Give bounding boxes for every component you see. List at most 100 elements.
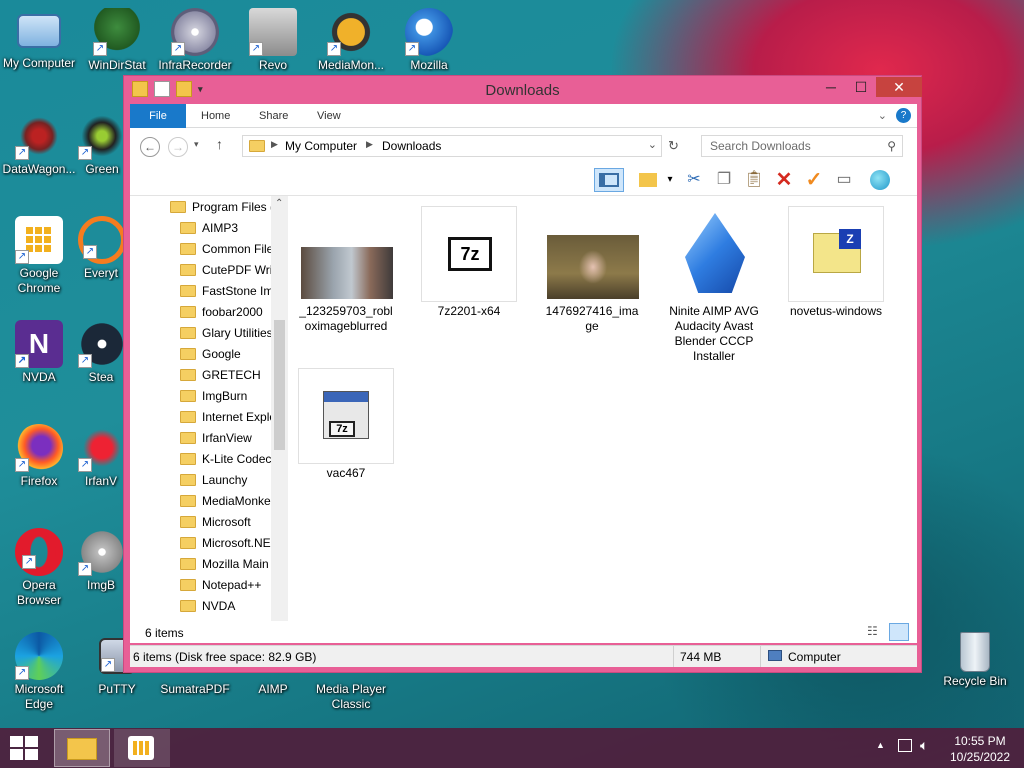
expand-ribbon-icon[interactable]: ⌄ bbox=[878, 109, 887, 122]
maximize-button[interactable]: ☐ bbox=[846, 77, 876, 97]
desktop-icon-everything[interactable]: ↗ Everyt bbox=[78, 216, 124, 281]
tree-item[interactable]: K-Lite Codec bbox=[180, 449, 271, 470]
chevron-down-icon[interactable]: ▾ bbox=[658, 168, 682, 192]
desktop-icon-google-chrome[interactable]: ↗ Google Chrome bbox=[0, 216, 78, 296]
windows-start-icon[interactable] bbox=[10, 736, 38, 760]
desktop-icon-microsoft-edge[interactable]: ↗ Microsoft Edge bbox=[0, 632, 78, 712]
network-icon[interactable] bbox=[898, 739, 912, 752]
details-view-icon[interactable]: ☷ bbox=[867, 624, 883, 638]
taskbar-app-launcher[interactable] bbox=[114, 729, 170, 767]
tree-item[interactable]: FastStone Ima bbox=[180, 281, 280, 302]
desktop-icon-recycle-bin[interactable]: Recycle Bin bbox=[936, 632, 1014, 689]
tree-item-label: Common File bbox=[202, 242, 274, 256]
desktop-icon-firefox[interactable]: ↗ Firefox bbox=[0, 424, 78, 489]
cut-icon[interactable]: ✂ bbox=[682, 168, 706, 192]
chevron-right-icon[interactable]: ▶ bbox=[366, 139, 373, 150]
tree-item[interactable]: foobar2000 bbox=[180, 302, 263, 323]
file-item[interactable]: Ninite AIMP AVG Audacity Avast Blender C… bbox=[666, 206, 762, 364]
globe-icon[interactable] bbox=[868, 168, 892, 192]
breadcrumb-my-computer[interactable]: My Computer bbox=[285, 139, 357, 153]
desktop-icon-revo[interactable]: ↗ Revo bbox=[234, 8, 312, 73]
file-item[interactable]: _123259703_robloximageblurred bbox=[298, 206, 394, 334]
chevron-right-icon[interactable]: ▶ bbox=[271, 139, 278, 150]
desktop-icon-steam[interactable]: ↗ Stea bbox=[78, 320, 124, 385]
tree-item[interactable]: Notepad++ bbox=[180, 575, 261, 596]
tab-share[interactable]: Share bbox=[246, 104, 301, 128]
tree-item[interactable]: Internet Explo bbox=[180, 407, 276, 428]
desktop-icon-datawagon[interactable]: ↗ DataWagon... bbox=[0, 112, 78, 177]
new-folder-icon[interactable] bbox=[636, 168, 660, 192]
tree-item[interactable]: MediaMonke bbox=[180, 491, 271, 512]
paste-icon[interactable]: 📋︎ bbox=[742, 168, 766, 192]
tree-item[interactable]: NVDA bbox=[180, 596, 235, 617]
folder-icon bbox=[180, 243, 196, 255]
clock[interactable]: 10:55 PM 10/25/2022 bbox=[944, 733, 1016, 765]
image-thumbnail bbox=[544, 206, 640, 302]
tree-item[interactable]: Program Files ( bbox=[170, 197, 274, 218]
tab-home[interactable]: Home bbox=[188, 104, 243, 128]
back-button[interactable]: ← bbox=[140, 137, 160, 157]
tree-item[interactable]: Microsoft.NE bbox=[180, 533, 271, 554]
desktop-icon-my-computer[interactable]: My Computer bbox=[0, 8, 78, 71]
breadcrumb-downloads[interactable]: Downloads bbox=[382, 139, 441, 153]
address-box[interactable]: ▶ My Computer ▶ Downloads ⌄ bbox=[242, 135, 662, 157]
tree-item[interactable]: Mozilla Main bbox=[180, 554, 269, 575]
tree-item-label: GRETECH bbox=[202, 368, 261, 382]
rename-icon[interactable]: ▭ bbox=[832, 168, 856, 192]
chevron-down-icon[interactable]: ⌄ bbox=[648, 138, 657, 151]
tree-item[interactable]: CutePDF Writ bbox=[180, 260, 276, 281]
desktop-icon-imgburn[interactable]: ↗ ImgB bbox=[78, 528, 124, 593]
minimize-button[interactable]: ─ bbox=[816, 77, 846, 97]
forward-button[interactable]: → bbox=[168, 137, 188, 157]
tree-item[interactable]: IrfanView bbox=[180, 428, 252, 449]
taskbar-file-explorer[interactable] bbox=[54, 729, 110, 767]
desktop-icon-opera[interactable]: ↗ Opera Browser bbox=[0, 528, 78, 608]
volume-icon[interactable]: 🔈︎ bbox=[920, 737, 928, 754]
tree-item[interactable]: Glary Utilities bbox=[180, 323, 273, 344]
chevron-up-icon[interactable]: ▲ bbox=[876, 740, 885, 750]
tree-item[interactable]: Microsoft bbox=[180, 512, 251, 533]
tree-item[interactable]: GRETECH bbox=[180, 365, 261, 386]
title-bar[interactable]: ▾ Downloads ─ ☐ ✕ bbox=[124, 76, 922, 104]
checkmark-icon[interactable]: ✓ bbox=[802, 168, 826, 192]
desktop-icon-infrarecorder[interactable]: ↗ InfraRecorder bbox=[156, 8, 234, 73]
tree-item-label: Microsoft bbox=[202, 515, 251, 529]
recent-locations-icon[interactable]: ▾ bbox=[194, 139, 199, 150]
imgburn-icon: ↗ bbox=[78, 528, 124, 576]
scrollbar[interactable]: ⌃ ⌄ bbox=[271, 196, 288, 641]
tree-item[interactable]: AIMP3 bbox=[180, 218, 238, 239]
tree-item-label: Notepad++ bbox=[202, 578, 262, 592]
tree-item[interactable]: Common File bbox=[180, 239, 273, 260]
up-button[interactable]: ↑ bbox=[216, 136, 223, 152]
file-item[interactable]: 1476927416_image bbox=[544, 206, 640, 334]
large-icons-view-icon[interactable] bbox=[889, 623, 909, 641]
close-button[interactable]: ✕ bbox=[876, 77, 922, 97]
tab-view[interactable]: View bbox=[304, 104, 354, 128]
file-item[interactable]: 7z 7z2201-x64 bbox=[421, 206, 517, 319]
ribbon-tabs: File Home Share View ⌄ ? bbox=[130, 104, 917, 128]
tab-file[interactable]: File bbox=[130, 104, 186, 128]
preview-pane-icon[interactable] bbox=[594, 168, 624, 192]
refresh-icon[interactable]: ↻ bbox=[668, 138, 679, 154]
file-name: _123259703_robloximageblurred bbox=[299, 304, 393, 333]
file-item[interactable]: Z novetus-windows bbox=[788, 206, 884, 319]
desktop-icon-mediamonkey[interactable]: ↗ MediaMon... bbox=[312, 8, 390, 73]
copy-icon[interactable]: ❐ bbox=[712, 168, 736, 192]
scroll-up-icon[interactable]: ⌃ bbox=[275, 198, 283, 209]
folder-icon bbox=[249, 140, 265, 152]
thunderbird-icon: ↗ bbox=[405, 8, 453, 56]
desktop-icon-nvda[interactable]: N ↗ NVDA bbox=[0, 320, 78, 385]
desktop-icon-irfanview[interactable]: ↗ IrfanV bbox=[78, 424, 124, 489]
search-input[interactable]: Search Downloads ⚲ bbox=[701, 135, 903, 157]
tree-item[interactable]: Launchy bbox=[180, 470, 247, 491]
desktop-icon-green[interactable]: ↗ Green bbox=[78, 112, 126, 177]
scroll-thumb[interactable] bbox=[274, 320, 285, 450]
tree-item-label: MediaMonke bbox=[202, 494, 271, 508]
desktop-icon-windirstat[interactable]: ↗ WinDirStat bbox=[78, 8, 156, 73]
file-item[interactable]: 7z vac467 bbox=[298, 368, 394, 481]
delete-icon[interactable]: ✕ bbox=[772, 168, 796, 192]
tree-item[interactable]: ImgBurn bbox=[180, 386, 247, 407]
desktop-icon-mozilla[interactable]: ↗ Mozilla bbox=[390, 8, 468, 73]
help-icon[interactable]: ? bbox=[896, 108, 911, 123]
tree-item[interactable]: Google bbox=[180, 344, 241, 365]
